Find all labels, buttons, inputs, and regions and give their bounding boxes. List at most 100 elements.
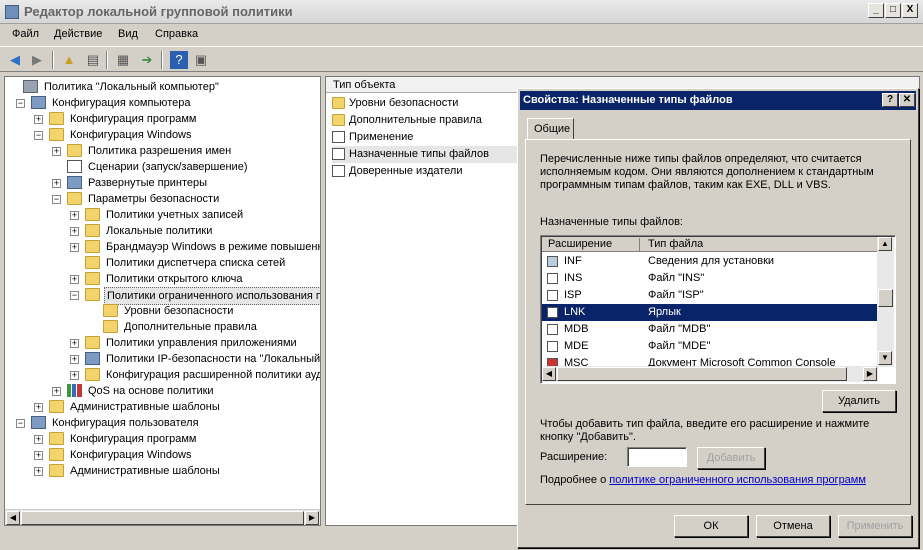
tree-item[interactable]: + Развернутые принтеры <box>5 175 318 191</box>
table-row[interactable]: INS Файл "INS" <box>542 270 878 287</box>
tree-item[interactable]: + Конфигурация расширенной политики ауд <box>5 367 320 383</box>
more-info-link[interactable]: политике ограниченного использования про… <box>609 474 866 486</box>
tree-item[interactable]: + Локальные политики <box>5 223 318 239</box>
expand-icon[interactable]: + <box>52 387 61 396</box>
table-row[interactable]: LNK Ярлык <box>542 304 878 321</box>
dialog-close-button[interactable]: ✕ <box>899 93 915 107</box>
expand-icon[interactable]: + <box>34 451 43 460</box>
menu-file[interactable]: Файл <box>12 28 39 40</box>
tree-item-label: Параметры безопасности <box>88 193 220 205</box>
list-item[interactable]: Назначенные типы файлов <box>332 146 517 163</box>
window-title: Редактор локальной групповой политики <box>24 4 293 19</box>
expand-icon[interactable]: + <box>34 115 43 124</box>
expand-icon[interactable]: + <box>52 147 61 156</box>
back-icon[interactable]: ◀ <box>6 51 24 69</box>
scroll-thumb[interactable] <box>21 511 304 525</box>
tree-item[interactable]: + Административные шаблоны <box>5 399 318 415</box>
table-row[interactable]: ISP Файл "ISP" <box>542 287 878 304</box>
tree-item[interactable]: − Конфигурация пользователя <box>5 415 318 431</box>
table-row[interactable]: MDE Файл "MDE" <box>542 338 878 355</box>
expand-icon[interactable]: + <box>52 179 61 188</box>
scroll-left-icon[interactable]: ◀ <box>542 367 556 381</box>
tree-item[interactable]: − Конфигурация Windows <box>5 127 318 143</box>
table-vertical-scrollbar[interactable]: ▲ ▼ <box>877 237 894 367</box>
table-row[interactable]: MDB Файл "MDB" <box>542 321 878 338</box>
expand-icon[interactable]: + <box>34 403 43 412</box>
scroll-right-icon[interactable]: ▶ <box>863 367 877 381</box>
add-button[interactable]: Добавить <box>697 447 765 469</box>
tree-item[interactable]: + Конфигурация программ <box>5 431 318 447</box>
tree-item[interactable]: Сценарии (запуск/завершение) <box>5 159 318 175</box>
tree-item[interactable]: Политика "Локальный компьютер" <box>5 79 318 95</box>
dialog-help-button[interactable]: ? <box>882 93 898 107</box>
tree-item[interactable]: + Брандмауэр Windows в режиме повышенн <box>5 239 320 255</box>
tree-item[interactable]: − Политики ограниченного использования п <box>5 287 320 305</box>
tree-item[interactable]: Уровни безопасности <box>5 303 318 319</box>
tree-item[interactable]: + Политики управления приложениями <box>5 335 318 351</box>
file-types-table[interactable]: Расширение Тип файла INF Сведения для уст… <box>540 235 896 384</box>
cancel-button[interactable]: Отмена <box>756 515 830 537</box>
column-extension[interactable]: Расширение <box>548 238 612 250</box>
collapse-icon[interactable]: − <box>52 195 61 204</box>
apply-button[interactable]: Применить <box>838 515 912 537</box>
scroll-thumb[interactable] <box>878 289 893 307</box>
scroll-thumb[interactable] <box>557 367 847 381</box>
expand-icon[interactable]: + <box>34 435 43 444</box>
ok-button[interactable]: ОК <box>674 515 748 537</box>
tree-item[interactable]: + Административные шаблоны <box>5 463 318 479</box>
tree-item[interactable]: + Политики учетных записей <box>5 207 318 223</box>
scroll-left-icon[interactable]: ◀ <box>6 511 20 525</box>
tree-item[interactable]: − Параметры безопасности <box>5 191 318 207</box>
tree-item[interactable]: + Политика разрешения имен <box>5 143 318 159</box>
forward-icon[interactable]: ▶ <box>28 51 46 69</box>
tree-item[interactable]: + Конфигурация программ <box>5 111 318 127</box>
scroll-up-icon[interactable]: ▲ <box>878 237 892 251</box>
tree-item[interactable]: + QoS на основе политики <box>5 383 318 399</box>
file-type-icon <box>547 341 558 352</box>
menu-action[interactable]: Действие <box>54 28 102 40</box>
export-icon[interactable]: ➔ <box>138 51 156 69</box>
tree-item[interactable]: + Конфигурация Windows <box>5 447 318 463</box>
collapse-icon[interactable]: − <box>34 131 43 140</box>
tree-item[interactable]: Дополнительные правила <box>5 319 318 335</box>
expand-icon[interactable]: + <box>70 227 79 236</box>
expand-icon[interactable]: + <box>70 243 79 252</box>
collapse-icon[interactable]: − <box>16 99 25 108</box>
close-button[interactable]: X <box>902 3 918 18</box>
properties-icon[interactable]: ▦ <box>114 51 132 69</box>
scroll-right-icon[interactable]: ▶ <box>305 511 319 525</box>
up-folder-icon[interactable]: ▲ <box>60 51 78 69</box>
expand-icon[interactable]: + <box>70 355 79 364</box>
list-item[interactable]: Доверенные издатели <box>332 163 517 180</box>
tab-general-label: Общие <box>534 123 571 135</box>
menu-help[interactable]: Справка <box>155 28 198 40</box>
tree-item[interactable]: + Политики открытого ключа <box>5 271 318 287</box>
collapse-icon[interactable]: − <box>16 419 25 428</box>
delete-button[interactable]: Удалить <box>822 390 896 412</box>
show-tree-icon[interactable]: ▤ <box>84 51 102 69</box>
list-item[interactable]: Применение <box>332 129 517 146</box>
menu-view[interactable]: Вид <box>118 28 138 40</box>
list-item[interactable]: Уровни безопасности <box>332 95 517 112</box>
expand-icon[interactable]: + <box>70 211 79 220</box>
expand-icon[interactable]: + <box>70 339 79 348</box>
collapse-icon[interactable]: − <box>70 291 79 300</box>
tree-item[interactable]: − Конфигурация компьютера <box>5 95 318 111</box>
tree-horizontal-scrollbar[interactable]: ◀ ▶ <box>5 509 320 525</box>
help-icon[interactable]: ? <box>170 51 188 69</box>
list-item[interactable]: Дополнительные правила <box>332 112 517 129</box>
expand-icon[interactable]: + <box>70 275 79 284</box>
extension-input[interactable] <box>627 447 687 467</box>
tree-item[interactable]: + Политики IP-безопасности на "Локальный <box>5 351 320 367</box>
maximize-button[interactable]: □ <box>885 3 901 18</box>
view-icon[interactable]: ▣ <box>192 51 210 69</box>
scroll-down-icon[interactable]: ▼ <box>878 351 892 365</box>
table-horizontal-scrollbar[interactable]: ◀ ▶ <box>542 366 878 382</box>
table-row[interactable]: INF Сведения для установки <box>542 253 878 270</box>
tree-item[interactable]: Политики диспетчера списка сетей <box>5 255 318 271</box>
expand-icon[interactable]: + <box>34 467 43 476</box>
column-file-type[interactable]: Тип файла <box>648 238 703 250</box>
minimize-button[interactable]: _ <box>868 3 884 18</box>
expand-icon[interactable]: + <box>70 371 79 380</box>
tab-general[interactable]: Общие <box>527 118 574 140</box>
